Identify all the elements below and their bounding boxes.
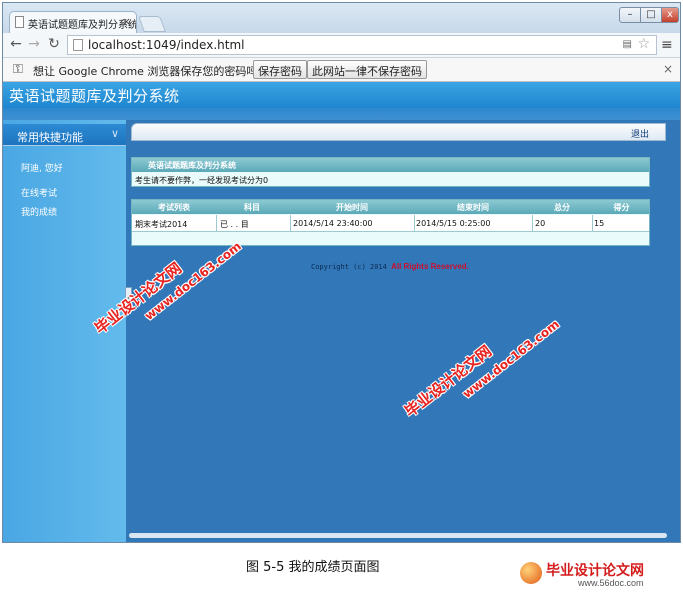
cell-exam: 期末考试2014 xyxy=(135,220,188,229)
save-password-button[interactable]: 保存密码 xyxy=(253,60,307,79)
column-header-total: 总分 xyxy=(554,203,570,212)
new-tab-button[interactable] xyxy=(138,16,166,32)
back-arrow-icon[interactable]: ← xyxy=(7,36,25,52)
cell-end-time: 2014/5/15 0:25:00 xyxy=(416,219,491,228)
infobar-close-icon[interactable]: × xyxy=(663,62,673,76)
column-header-start: 开始时间 xyxy=(336,203,368,212)
column-divider xyxy=(532,215,533,232)
browser-window: 英语试题题库及判分系统 × – □ x ← → ↻ localhost:1049… xyxy=(2,2,681,543)
column-divider xyxy=(216,215,217,232)
page-info-icon xyxy=(73,39,83,51)
browser-toolbar: ← → ↻ localhost:1049/index.html ▤ ☆ ≡ xyxy=(3,33,680,58)
infobar-message: 想让 Google Chrome 浏览器保存您的密码吗？ xyxy=(33,65,269,78)
header-strip xyxy=(3,108,680,120)
column-header-exam: 考试列表 xyxy=(158,203,190,212)
sidebar-section-title: 常用快捷功能 xyxy=(17,131,83,144)
horizontal-scrollbar[interactable] xyxy=(129,533,667,538)
address-bar[interactable]: localhost:1049/index.html ▤ ☆ xyxy=(67,35,657,55)
url-text: localhost:1049/index.html xyxy=(88,38,245,52)
info-panel-title: 英语试题题库及判分系统 xyxy=(132,158,649,172)
password-infobar: ⚿ 想让 Google Chrome 浏览器保存您的密码吗？ 保存密码 此网站一… xyxy=(3,58,680,82)
column-header-end: 结束时间 xyxy=(457,203,489,212)
logo-site: www.56doc.com xyxy=(578,578,644,588)
translate-icon[interactable]: ▤ xyxy=(623,39,632,50)
logo-name: 毕业设计论文网 xyxy=(546,563,644,579)
tab-close-icon[interactable]: × xyxy=(122,15,131,28)
exam-notice: 考生请不要作弊，一经发现考试分为0 xyxy=(135,176,269,185)
page-icon xyxy=(15,16,24,28)
sidebar-item-online-exam[interactable]: 在线考试 xyxy=(21,186,57,199)
tab-title: 英语试题题库及判分系统 xyxy=(28,20,137,31)
maximize-button[interactable]: □ xyxy=(640,7,662,23)
tab-bar: 英语试题题库及判分系统 × – □ x xyxy=(3,3,680,33)
cell-total: 20 xyxy=(535,219,546,228)
cell-score: 15 xyxy=(594,219,605,228)
logout-link[interactable]: 退出 xyxy=(631,127,649,140)
logo-ball-icon xyxy=(520,562,542,584)
content-topbar: 退出 xyxy=(131,123,666,141)
table-row: 期末考试2014 已 . . 目 2014/5/14 23:40:00 2014… xyxy=(132,215,649,232)
browser-tab[interactable]: 英语试题题库及判分系统 × xyxy=(9,11,137,33)
column-header-subject: 科目 xyxy=(244,203,260,212)
cell-subject: 已 . . 目 xyxy=(220,220,249,229)
copyright-suffix: All Rights Reserved. xyxy=(391,262,469,271)
chevron-down-icon[interactable]: ∨ xyxy=(111,127,119,140)
copyright: Copyright (c) 2014 All Rights Reserved. xyxy=(311,262,469,271)
reload-icon[interactable]: ↻ xyxy=(45,36,63,52)
cell-start-time: 2014/5/14 23:40:00 xyxy=(293,219,373,228)
column-header-score: 得分 xyxy=(613,203,630,212)
copyright-prefix: Copyright (c) 2014 xyxy=(311,263,387,271)
figure-caption: 图 5-5 我的成绩页面图 xyxy=(246,560,380,575)
chrome-menu-icon[interactable]: ≡ xyxy=(661,37,673,53)
info-panel: 英语试题题库及判分系统 考生请不要作弊，一经发现考试分为0 xyxy=(131,157,650,187)
footer-logo: 毕业设计论文网 www.56doc.com xyxy=(520,560,680,592)
never-save-button[interactable]: 此网站一律不保存密码 xyxy=(307,60,427,79)
column-divider xyxy=(290,215,291,232)
sidebar-greeting: 阿迪, 您好 xyxy=(21,164,63,174)
results-table: 考试列表 科目 开始时间 结束时间 总分 得分 期末考试2014 已 . . 目… xyxy=(131,199,650,246)
app-header: 英语试题题库及判分系统 xyxy=(3,82,680,108)
bookmark-star-icon[interactable]: ☆ xyxy=(637,36,650,52)
sidebar-section-header[interactable]: 常用快捷功能 ∨ xyxy=(3,124,126,146)
column-divider xyxy=(592,215,593,232)
column-divider xyxy=(414,215,415,232)
window-close-button[interactable]: x xyxy=(661,7,679,23)
table-header: 考试列表 科目 开始时间 结束时间 总分 得分 xyxy=(132,200,649,214)
minimize-button[interactable]: – xyxy=(619,7,641,23)
key-icon: ⚿ xyxy=(13,62,23,77)
forward-arrow-icon[interactable]: → xyxy=(25,36,43,52)
app-title: 英语试题题库及判分系统 xyxy=(9,87,180,105)
sidebar-item-my-scores[interactable]: 我的成绩 xyxy=(21,205,57,218)
